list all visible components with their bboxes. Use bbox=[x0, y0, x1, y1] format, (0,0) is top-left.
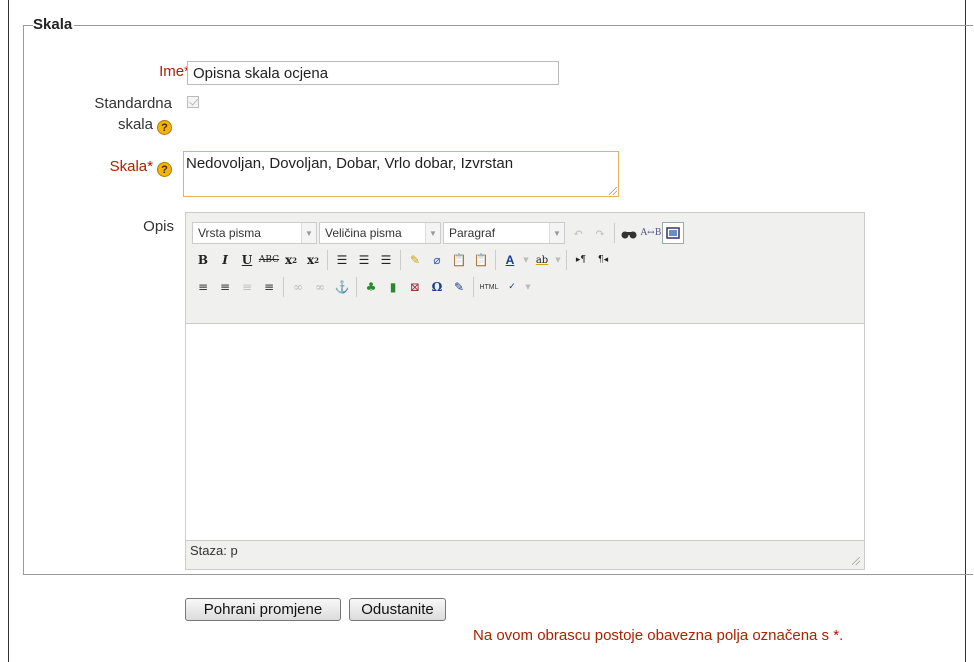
editor-status-path: Staza: p bbox=[190, 543, 238, 558]
spellcheck-icon[interactable]: ✓ bbox=[501, 276, 523, 298]
cleanup-icon[interactable]: ✎ bbox=[404, 249, 426, 271]
indent-icon[interactable]: ≡ bbox=[258, 276, 280, 298]
text-color-icon[interactable]: A bbox=[499, 249, 521, 271]
toolbar-separator bbox=[327, 250, 328, 270]
numbered-list-icon[interactable]: ≡ bbox=[214, 276, 236, 298]
toolbar-row-1: Vrsta pisma ▼ Veličina pisma ▼ Paragraf … bbox=[192, 221, 684, 245]
required-fields-note: Na ovom obrascu postoje obavezna polja o… bbox=[473, 627, 843, 644]
standard-scale-label-line1: Standardna bbox=[94, 95, 172, 112]
font-size-select-value: Veličina pisma bbox=[325, 226, 402, 240]
chevron-down-icon[interactable]: ▼ bbox=[523, 276, 533, 298]
paste-word-icon[interactable]: 📋 bbox=[470, 249, 492, 271]
find-icon[interactable] bbox=[618, 222, 640, 244]
required-star: * bbox=[147, 158, 153, 175]
standard-scale-checkbox[interactable] bbox=[187, 96, 199, 108]
unlink-icon[interactable]: ∞ bbox=[309, 276, 331, 298]
format-select[interactable]: Paragraf ▼ bbox=[443, 222, 565, 244]
image-icon[interactable]: ♣ bbox=[360, 276, 382, 298]
fieldset-legend: Skala bbox=[33, 16, 75, 33]
toolbar-separator bbox=[400, 250, 401, 270]
rtl-icon[interactable]: ¶◂ bbox=[592, 249, 614, 271]
html-icon[interactable]: HTML bbox=[477, 276, 501, 298]
toolbar-row-3: ≡ ≡ ≡ ≡ ∞ ∞ ⚓ ♣ ▮ ⊠ Ω ✎ HTML ✓ ▼ bbox=[192, 275, 533, 299]
save-button[interactable]: Pohrani promjene bbox=[185, 598, 341, 621]
toolbar-separator bbox=[473, 277, 474, 297]
toolbar-separator bbox=[495, 250, 496, 270]
standard-scale-label: Standardna skala? bbox=[40, 93, 172, 135]
rich-text-editor: Vrsta pisma ▼ Veličina pisma ▼ Paragraf … bbox=[185, 212, 865, 570]
format-select-value: Paragraf bbox=[449, 226, 496, 240]
align-right-icon[interactable]: ☰ bbox=[375, 249, 397, 271]
scale-label: Skala*? bbox=[40, 156, 172, 177]
strikethrough-icon[interactable]: ABC bbox=[258, 249, 280, 271]
media-icon[interactable]: ▮ bbox=[382, 276, 404, 298]
name-label: Ime* bbox=[100, 61, 190, 82]
required-note-text: Na ovom obrascu postoje obavezna polja o… bbox=[473, 627, 834, 644]
superscript-icon[interactable]: x2 bbox=[302, 249, 324, 271]
ltr-icon[interactable]: ▸¶ bbox=[570, 249, 592, 271]
textarea-resize-handle[interactable] bbox=[609, 187, 617, 195]
help-icon[interactable]: ? bbox=[157, 162, 172, 177]
font-family-select[interactable]: Vrsta pisma ▼ bbox=[192, 222, 317, 244]
scale-label-text: Skala bbox=[109, 158, 148, 175]
font-size-select[interactable]: Veličina pisma ▼ bbox=[319, 222, 441, 244]
align-center-icon[interactable]: ☰ bbox=[353, 249, 375, 271]
edit-code-icon[interactable]: ✎ bbox=[448, 276, 470, 298]
subscript-icon[interactable]: x2 bbox=[280, 249, 302, 271]
name-input[interactable] bbox=[187, 61, 559, 85]
align-left-icon[interactable]: ☰ bbox=[331, 249, 353, 271]
font-family-select-value: Vrsta pisma bbox=[198, 226, 261, 240]
underline-icon[interactable]: U bbox=[236, 249, 258, 271]
outdent-icon[interactable]: ≡ bbox=[236, 276, 258, 298]
description-label: Opis bbox=[143, 218, 174, 235]
redo-icon[interactable]: ↷ bbox=[589, 222, 611, 244]
fullscreen-icon[interactable] bbox=[662, 222, 684, 244]
italic-icon[interactable]: I bbox=[214, 249, 236, 271]
toolbar-separator bbox=[566, 250, 567, 270]
nolink-icon[interactable]: ⊠ bbox=[404, 276, 426, 298]
required-note-end: . bbox=[839, 627, 844, 644]
standard-scale-label-line2: skala bbox=[117, 116, 153, 133]
chevron-down-icon: ▼ bbox=[301, 223, 316, 243]
highlight-color-icon[interactable]: ab bbox=[531, 249, 553, 271]
chevron-down-icon[interactable]: ▼ bbox=[553, 249, 563, 271]
page-border-left bbox=[8, 0, 9, 662]
paste-text-icon[interactable]: 📋 bbox=[448, 249, 470, 271]
help-icon[interactable]: ? bbox=[157, 120, 172, 135]
eraser-icon[interactable]: ⌀ bbox=[426, 249, 448, 271]
scale-textarea[interactable]: Nedovoljan, Dovoljan, Dobar, Vrlo dobar,… bbox=[183, 151, 619, 197]
toolbar-separator bbox=[614, 223, 615, 243]
cancel-button[interactable]: Odustanite bbox=[349, 598, 446, 621]
anchor-icon[interactable]: ⚓ bbox=[331, 276, 353, 298]
undo-icon[interactable]: ↶ bbox=[567, 222, 589, 244]
chevron-down-icon[interactable]: ▼ bbox=[521, 249, 531, 271]
editor-resize-handle[interactable] bbox=[852, 557, 860, 565]
special-char-icon[interactable]: Ω bbox=[426, 276, 448, 298]
chevron-down-icon: ▼ bbox=[549, 223, 564, 243]
chevron-down-icon: ▼ bbox=[425, 223, 440, 243]
toolbar-separator bbox=[356, 277, 357, 297]
name-label-text: Ime bbox=[159, 63, 185, 80]
toolbar-separator bbox=[283, 277, 284, 297]
bold-icon[interactable]: B bbox=[192, 249, 214, 271]
find-replace-icon[interactable]: A↔B bbox=[640, 222, 662, 244]
toolbar-row-2: B I U ABC x2 x2 ☰ ☰ ☰ ✎ ⌀ 📋 📋 A ▼ ab ▼ ▸… bbox=[192, 248, 614, 272]
link-icon[interactable]: ∞ bbox=[287, 276, 309, 298]
bullet-list-icon[interactable]: ≡ bbox=[192, 276, 214, 298]
editor-content-area[interactable] bbox=[186, 323, 864, 541]
